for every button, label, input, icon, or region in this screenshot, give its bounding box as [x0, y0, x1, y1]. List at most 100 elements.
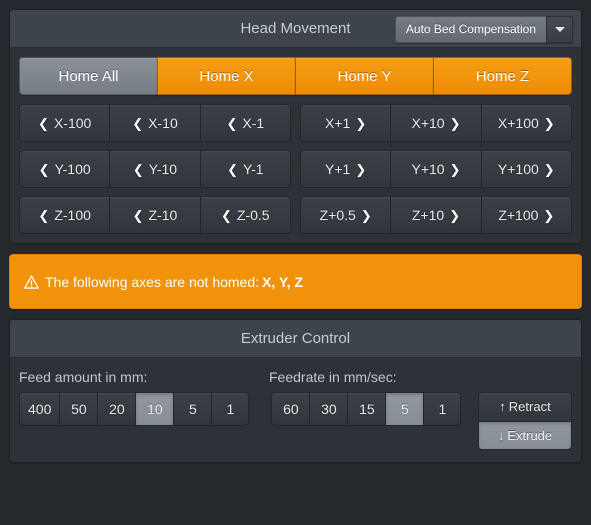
feed-amount-5[interactable]: 5 [173, 392, 212, 426]
jog-label: X+10 [411, 115, 445, 131]
feed-amount-50[interactable]: 50 [59, 392, 98, 426]
not-homed-alert: The following axes are not homed: X, Y, … [9, 254, 582, 309]
chevron-left-icon: ❮ [227, 162, 239, 177]
feed-amount-1[interactable]: 1 [211, 392, 250, 426]
jog-label: X+100 [497, 115, 539, 131]
head-movement-header: Head Movement Auto Bed Compensation [10, 10, 581, 48]
page-root: Head Movement Auto Bed Compensation Home… [0, 0, 591, 525]
feed-amount-400[interactable]: 400 [19, 392, 60, 426]
extrude-button[interactable]: ↓ Extrude [478, 421, 572, 450]
retract-label: Retract [508, 399, 551, 414]
retract-button[interactable]: ↑ Retract [478, 392, 572, 421]
chevron-left-icon: ❮ [132, 208, 144, 223]
chevron-left-icon: ❮ [132, 116, 144, 131]
jog-x-plus-1[interactable]: X+1 ❯ [300, 104, 391, 142]
jog-y-minus-1[interactable]: ❮ Y-1 [199, 150, 291, 188]
extruder-controls-row: 400 50 20 10 5 1 60 30 15 5 1 ↑ Retract … [19, 392, 572, 450]
extruder-control-header: Extruder Control [10, 320, 581, 358]
chevron-left-icon: ❮ [132, 162, 144, 177]
jog-y-plus-1[interactable]: Y+1 ❯ [300, 150, 391, 188]
feedrate-15[interactable]: 15 [347, 392, 386, 426]
home-button-row: Home All Home X Home Y Home Z [19, 57, 572, 95]
extruder-control-panel: Extruder Control Feed amount in mm: Feed… [9, 319, 582, 463]
feedrate-30[interactable]: 30 [309, 392, 348, 426]
home-all-button[interactable]: Home All [19, 57, 157, 95]
chevron-left-icon: ❮ [38, 116, 49, 131]
feedrate-60[interactable]: 60 [271, 392, 310, 426]
chevron-right-icon: ❯ [355, 116, 367, 131]
jog-row-y: ❮ Y-100 ❮ Y-10 ❮ Y-1 Y+1 ❯ Y+10 ❯ Y+100 … [19, 150, 572, 188]
chevron-left-icon: ❮ [226, 116, 238, 131]
jog-z-minus-0-5[interactable]: ❮ Z-0.5 [199, 196, 291, 234]
jog-y-minus-10[interactable]: ❮ Y-10 [109, 150, 200, 188]
arrow-down-icon: ↓ [497, 428, 505, 443]
jog-group-y-plus: Y+1 ❯ Y+10 ❯ Y+100 ❯ [300, 150, 572, 188]
jog-label: X-10 [148, 115, 178, 131]
feed-amount-group: 400 50 20 10 5 1 [19, 392, 250, 426]
panel-title: Head Movement [240, 20, 351, 37]
jog-label: Z+10 [411, 207, 445, 223]
auto-bed-compensation-dropdown-toggle[interactable] [546, 16, 573, 43]
chevron-right-icon: ❯ [543, 208, 555, 223]
alert-axes: X, Y, Z [262, 273, 303, 290]
chevron-down-icon [554, 27, 565, 32]
alert-message: The following axes are not homed: [45, 273, 260, 290]
extruder-action-buttons: ↑ Retract ↓ Extrude [478, 392, 572, 450]
extruder-labels-row: Feed amount in mm: Feedrate in mm/sec: [19, 369, 572, 385]
extruder-control-body: Feed amount in mm: Feedrate in mm/sec: 4… [10, 358, 581, 462]
chevron-right-icon: ❯ [355, 162, 367, 177]
feedrate-label: Feedrate in mm/sec: [269, 369, 397, 385]
jog-x-minus-1[interactable]: ❮ X-1 [199, 104, 291, 142]
warning-triangle-icon [24, 274, 39, 289]
jog-label: Z-100 [54, 207, 91, 223]
jog-label: X+1 [325, 115, 351, 131]
feedrate-5[interactable]: 5 [385, 392, 424, 426]
jog-x-plus-100[interactable]: X+100 ❯ [480, 104, 572, 142]
head-movement-panel: Head Movement Auto Bed Compensation Home… [9, 9, 582, 244]
auto-bed-compensation-group[interactable]: Auto Bed Compensation [394, 16, 573, 43]
jog-z-minus-10[interactable]: ❮ Z-10 [109, 196, 200, 234]
jog-label: X-100 [53, 115, 92, 131]
feed-amount-10[interactable]: 10 [135, 392, 174, 426]
jog-z-plus-10[interactable]: Z+10 ❯ [390, 196, 481, 234]
jog-label: Y+10 [411, 161, 445, 177]
chevron-right-icon: ❯ [449, 162, 461, 177]
chevron-right-icon: ❯ [543, 162, 555, 177]
jog-y-plus-100[interactable]: Y+100 ❯ [480, 150, 572, 188]
home-x-button[interactable]: Home X [157, 57, 295, 95]
jog-group-z-minus: ❮ Z-100 ❮ Z-10 ❮ Z-0.5 [19, 196, 291, 234]
jog-group-z-plus: Z+0.5 ❯ Z+10 ❯ Z+100 ❯ [300, 196, 572, 234]
feed-amount-20[interactable]: 20 [97, 392, 136, 426]
home-y-button[interactable]: Home Y [295, 57, 433, 95]
auto-bed-compensation-button[interactable]: Auto Bed Compensation [394, 16, 546, 43]
jog-label: Y-1 [243, 161, 264, 177]
jog-group-x-minus: ❮ X-100 ❮ X-10 ❮ X-1 [19, 104, 291, 142]
panel-title: Extruder Control [240, 330, 351, 347]
jog-label: Z+100 [498, 207, 539, 223]
jog-z-minus-100[interactable]: ❮ Z-100 [19, 196, 110, 234]
jog-row-z: ❮ Z-100 ❮ Z-10 ❮ Z-0.5 Z+0.5 ❯ Z+10 ❯ Z+… [19, 196, 572, 234]
feedrate-group: 60 30 15 5 1 [271, 392, 462, 426]
jog-z-plus-100[interactable]: Z+100 ❯ [480, 196, 572, 234]
feed-amount-label: Feed amount in mm: [19, 369, 148, 385]
chevron-right-icon: ❯ [449, 208, 461, 223]
chevron-right-icon: ❯ [449, 116, 461, 131]
jog-x-plus-10[interactable]: X+10 ❯ [390, 104, 481, 142]
jog-y-minus-100[interactable]: ❮ Y-100 [19, 150, 110, 188]
jog-row-x: ❮ X-100 ❮ X-10 ❮ X-1 X+1 ❯ X+10 ❯ X+100 … [19, 104, 572, 142]
extrude-label: Extrude [507, 428, 553, 443]
jog-x-minus-100[interactable]: ❮ X-100 [19, 104, 110, 142]
jog-label: Y+1 [325, 161, 351, 177]
home-z-button[interactable]: Home Z [433, 57, 572, 95]
jog-x-minus-10[interactable]: ❮ X-10 [109, 104, 200, 142]
jog-group-x-plus: X+1 ❯ X+10 ❯ X+100 ❯ [300, 104, 572, 142]
feedrate-1[interactable]: 1 [423, 392, 462, 426]
jog-y-plus-10[interactable]: Y+10 ❯ [390, 150, 481, 188]
jog-label: Y-10 [148, 161, 178, 177]
head-movement-body: Home All Home X Home Y Home Z ❮ X-100 ❮ X-… [10, 48, 581, 243]
jog-label: Z+0.5 [319, 207, 356, 223]
jog-label: Z-0.5 [236, 207, 270, 223]
jog-z-plus-0-5[interactable]: Z+0.5 ❯ [300, 196, 391, 234]
jog-label: Y+100 [497, 161, 539, 177]
jog-label: Z-10 [148, 207, 178, 223]
